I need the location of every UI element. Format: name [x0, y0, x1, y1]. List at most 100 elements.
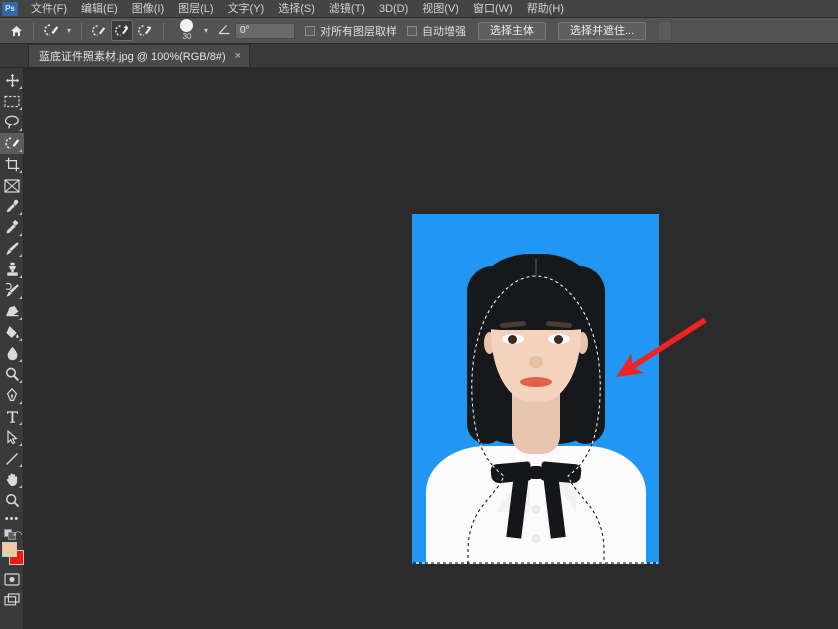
quick-selection-tool-icon[interactable]	[40, 20, 62, 41]
menu-select[interactable]: 选择(S)	[271, 0, 322, 18]
menu-window[interactable]: 窗口(W)	[466, 0, 520, 18]
brush-size-value: 30	[182, 31, 192, 41]
swap-colors-icon[interactable]: ⤺	[0, 527, 24, 541]
iris-left	[507, 335, 517, 344]
tool-group-corner-icon	[19, 422, 22, 425]
photoshop-logo-icon[interactable]: Ps	[2, 1, 18, 16]
tool-hand[interactable]	[0, 469, 24, 490]
color-swatches[interactable]	[0, 541, 24, 569]
lips	[519, 377, 552, 387]
swap-arrow-icon[interactable]: ⤺	[12, 528, 22, 539]
document-tab-title: 蓝底证件照素材.jpg @ 100%(RGB/8#)	[39, 51, 226, 63]
tool-move[interactable]	[0, 70, 24, 91]
iris-right	[553, 335, 563, 344]
menu-bar: Ps 文件(F) 编辑(E) 图像(I) 图层(L) 文字(Y) 选择(S) 滤…	[0, 0, 838, 18]
hair-part	[534, 258, 537, 278]
menu-edit[interactable]: 编辑(E)	[74, 0, 125, 18]
select-and-mask-button[interactable]: 选择并遮住...	[558, 21, 647, 40]
menu-3d[interactable]: 3D(D)	[372, 0, 415, 18]
menu-help[interactable]: 帮助(H)	[520, 0, 571, 18]
tool-pen[interactable]	[0, 385, 24, 406]
tool-rectangular-marquee[interactable]	[0, 91, 24, 112]
eye-right	[547, 334, 570, 344]
tool-clone-stamp[interactable]	[0, 259, 24, 280]
tool-spot-healing-brush[interactable]	[0, 217, 24, 238]
tool-crop[interactable]	[0, 154, 24, 175]
options-bar: ▾ 30 ▾ 0° 对所有图层取样 自动增强 选择主体 选择并遮住...	[0, 18, 838, 44]
tool-group-corner-icon	[19, 296, 22, 299]
tool-group-corner-icon	[19, 464, 22, 467]
tool-lasso[interactable]	[0, 112, 24, 133]
eye-left	[501, 334, 524, 344]
close-icon[interactable]: ×	[235, 50, 241, 62]
shirt	[425, 446, 646, 564]
tool-line-shape[interactable]	[0, 448, 24, 469]
tool-blur[interactable]	[0, 343, 24, 364]
tool-group-corner-icon	[19, 149, 22, 152]
tool-history-brush[interactable]	[0, 280, 24, 301]
subtract-from-selection-mode[interactable]	[134, 20, 156, 41]
auto-enhance-checkbox[interactable]: 自动增强	[407, 23, 466, 39]
options-separator-1	[33, 21, 34, 40]
tool-type[interactable]	[0, 406, 24, 427]
menu-file[interactable]: 文件(F)	[24, 0, 74, 18]
tool-quick-selection[interactable]	[0, 133, 24, 154]
tool-group-corner-icon	[19, 107, 22, 110]
tool-group-corner-icon	[19, 359, 22, 362]
tool-frame[interactable]	[0, 175, 24, 196]
menu-type[interactable]: 文字(Y)	[221, 0, 272, 18]
sample-all-layers-checkbox[interactable]: 对所有图层取样	[305, 23, 397, 39]
angle-icon	[218, 24, 231, 38]
foreground-color-swatch[interactable]	[2, 542, 17, 557]
screen-mode-icon[interactable]	[0, 589, 24, 609]
tool-dodge[interactable]	[0, 364, 24, 385]
add-to-selection-mode[interactable]	[111, 20, 133, 41]
quick-mask-mode-icon[interactable]	[0, 569, 24, 589]
tool-eraser[interactable]	[0, 301, 24, 322]
tool-brush[interactable]	[0, 238, 24, 259]
tool-group-corner-icon	[19, 338, 22, 341]
tool-gradient[interactable]	[0, 322, 24, 343]
canvas-area[interactable]	[24, 68, 838, 629]
menu-image[interactable]: 图像(I)	[125, 0, 171, 18]
photoshop-logo-text: Ps	[5, 3, 15, 13]
brush-options-caret-icon[interactable]: ▾	[200, 26, 212, 35]
tool-group-corner-icon	[19, 380, 22, 383]
tool-path-selection[interactable]	[0, 427, 24, 448]
tool-group-corner-icon	[19, 401, 22, 404]
photoshop-window: Ps 文件(F) 编辑(E) 图像(I) 图层(L) 文字(Y) 选择(S) 滤…	[0, 0, 838, 629]
angle-input[interactable]: 0°	[235, 22, 295, 39]
photo-document[interactable]	[412, 214, 659, 564]
nose	[528, 356, 543, 368]
document-tab[interactable]: 蓝底证件照素材.jpg @ 100%(RGB/8#) ×	[28, 44, 251, 67]
tool-zoom[interactable]	[0, 490, 24, 511]
tool-group-corner-icon	[19, 254, 22, 257]
auto-enhance-label: 自动增强	[422, 25, 466, 38]
tool-group-corner-icon	[19, 275, 22, 278]
tool-group-corner-icon	[19, 86, 22, 89]
tool-group-corner-icon	[19, 128, 22, 131]
sample-all-layers-box-icon	[305, 25, 315, 36]
menu-view[interactable]: 视图(V)	[415, 0, 466, 18]
options-overflow-field[interactable]	[658, 20, 673, 41]
menu-filter[interactable]: 滤镜(T)	[322, 0, 372, 18]
tools-panel: ••• ⤺	[0, 68, 24, 629]
shirt-button-2	[532, 536, 539, 542]
brush-size-preview[interactable]: 30	[174, 18, 200, 43]
tool-preset-caret-icon[interactable]: ▾	[63, 26, 75, 35]
tool-eyedropper[interactable]	[0, 196, 24, 217]
new-selection-mode[interactable]	[88, 20, 110, 41]
shirt-button-1	[532, 506, 539, 512]
home-icon[interactable]	[5, 20, 27, 42]
options-separator-3	[163, 21, 164, 40]
tool-group-corner-icon	[19, 485, 22, 488]
menu-layer[interactable]: 图层(L)	[171, 0, 220, 18]
tool-group-corner-icon	[19, 233, 22, 236]
sample-all-layers-label: 对所有图层取样	[320, 25, 397, 38]
tool-group-corner-icon	[19, 170, 22, 173]
brush-size-dot-icon	[180, 18, 193, 32]
tool-group-corner-icon	[19, 212, 22, 215]
edit-toolbar-more[interactable]: •••	[0, 511, 24, 527]
select-subject-button[interactable]: 选择主体	[478, 21, 546, 40]
auto-enhance-box-icon	[407, 25, 417, 36]
